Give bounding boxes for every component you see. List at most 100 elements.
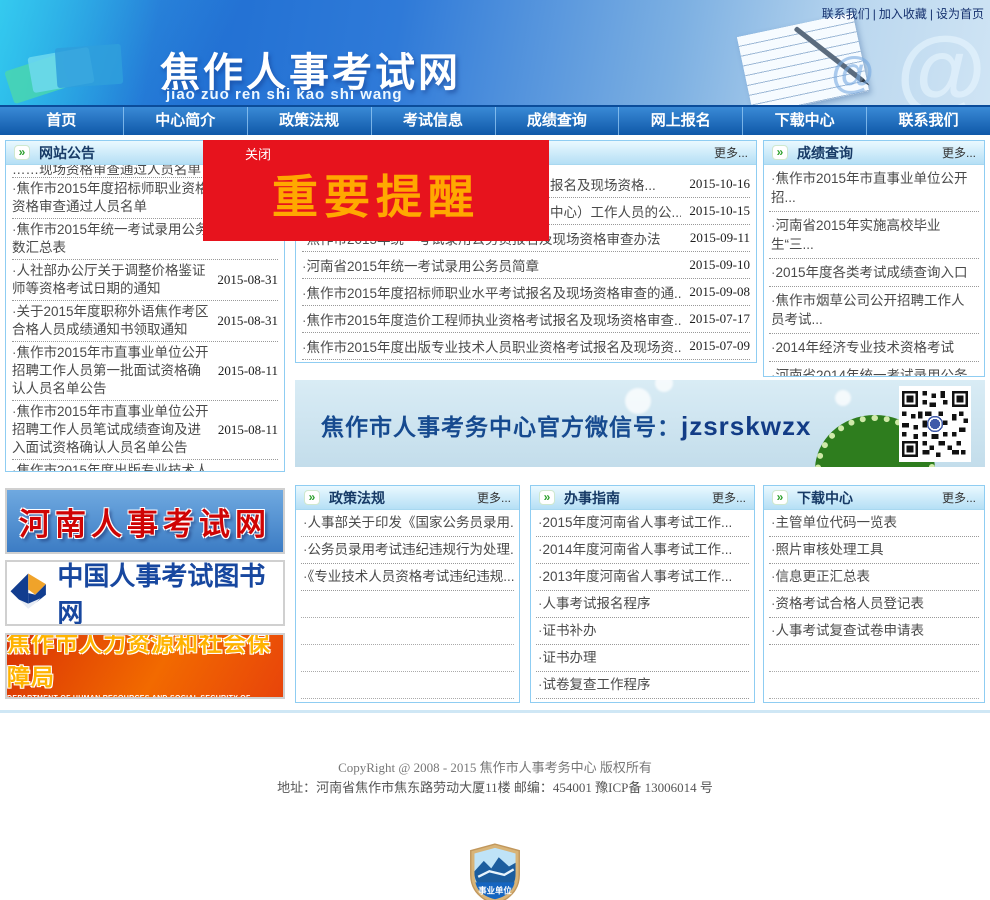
list-item[interactable]: 人事考试复查试卷申请表 xyxy=(769,618,979,645)
list-item[interactable]: 信息更正汇总表 xyxy=(769,564,979,591)
guide-list: 2015年度河南省人事考试工作... 2014年度河南省人事考试工作... 20… xyxy=(531,510,754,699)
list-item[interactable]: 河南省2014年统一考试录用公务员... xyxy=(769,362,979,376)
list-item[interactable]: 河南省2015年实施高校毕业生“三... xyxy=(769,212,979,259)
site-title-pinyin: jiao zuo ren shi kao shi wang xyxy=(166,86,403,103)
panel-policy: 政策法规 更多... 人事部关于印发《国家公务员录用... 公务员录用考试违纪违… xyxy=(295,485,520,703)
nav-item-home[interactable]: 首页 xyxy=(0,107,124,135)
list-item-text[interactable]: 焦作市2015年度出版专业技术人员职业资格考试现场资格审查通过人 xyxy=(12,462,213,471)
list-item[interactable]: 2015年度河南省人事考试工作... xyxy=(536,510,749,537)
banner-china-exam-books[interactable]: 中国人事考试图书网 xyxy=(5,560,285,626)
page: @ @ 联系我们 | 加入收藏 | 设为首页 焦作人事考试网 jiao zuo ren … xyxy=(0,0,990,900)
popup-title: 重要提醒 xyxy=(272,171,480,223)
list-item[interactable]: 关于2015年度职称外语焦作考区合格人员成绩通知书领取通知 2015-08-31 xyxy=(12,301,278,342)
item-date: 2015-07-17 xyxy=(689,311,750,326)
list-item[interactable]: 证书办理 xyxy=(536,645,749,672)
list-item[interactable]: 人事考试报名程序 xyxy=(536,591,749,618)
list-item-text[interactable]: 关于2015年度职称外语焦作考区合格人员成绩通知书领取通知 xyxy=(12,303,213,339)
list-empty-row xyxy=(301,618,514,645)
list-item[interactable]: 2014年度河南省人事考试工作... xyxy=(536,537,749,564)
wechat-banner-text: 焦作市人事考务中心官方微信号：jzsrskwzx xyxy=(321,408,811,442)
panel-header: 成绩查询 更多... xyxy=(764,141,984,165)
panel-guide: 办事指南 更多... 2015年度河南省人事考试工作... 2014年度河南省人… xyxy=(530,485,755,703)
list-item[interactable]: 2015年度各类考试成绩查询入口 xyxy=(769,259,979,287)
item-date: 2015-08-11 xyxy=(217,422,278,437)
more-link[interactable]: 更多... xyxy=(942,489,976,506)
wechat-qr-code xyxy=(899,386,971,462)
wechat-id: jzsrskwzx xyxy=(681,411,812,441)
list-item-text[interactable]: 焦作市2015年度造价工程师执业资格考试报名及现场资格审查... xyxy=(302,309,682,329)
policy-list: 人事部关于印发《国家公务员录用... 公务员录用考试违纪违规行为处理... 《专… xyxy=(296,510,519,699)
panel-title: 办事指南 xyxy=(564,489,620,506)
list-item-text[interactable]: 焦作市2015年市直事业单位公开招聘工作人员笔试成绩查询及进入面试资格确认人员名… xyxy=(12,403,214,457)
nav-item-contact[interactable]: 联系我们 xyxy=(867,107,990,135)
nav-item-policy[interactable]: 政策法规 xyxy=(248,107,372,135)
public-institution-badge[interactable]: 事业单位 xyxy=(467,843,523,900)
add-favorite-link[interactable]: 加入收藏 xyxy=(879,7,927,21)
footer-divider xyxy=(0,710,990,713)
contact-us-link[interactable]: 联系我们 xyxy=(822,7,870,21)
list-item-text[interactable]: 焦作市2015年度招标师职业水平考试报名及现场资格审查的通... xyxy=(302,282,682,302)
list-item[interactable]: 人事部关于印发《国家公务员录用... xyxy=(301,510,514,537)
list-item[interactable]: 人社部办公厅关于调整价格鉴证师等资格考试日期的通知 2015-08-31 xyxy=(12,260,278,301)
more-link[interactable]: 更多... xyxy=(477,489,511,506)
decor-blob xyxy=(835,390,851,406)
footer-address: 地址：河南省焦作市焦东路劳动大厦11楼 邮编：454001 豫ICP备 1300… xyxy=(277,780,713,795)
nav-item-center-intro[interactable]: 中心简介 xyxy=(124,107,248,135)
more-link[interactable]: 更多... xyxy=(712,489,746,506)
score-query-list: 焦作市2015年市直事业单位公开招... 河南省2015年实施高校毕业生“三..… xyxy=(764,165,984,376)
nav-item-exam-info[interactable]: 考试信息 xyxy=(372,107,496,135)
double-arrow-icon xyxy=(772,145,788,160)
book-diamond-logo-icon xyxy=(10,573,46,611)
nav-item-score-query[interactable]: 成绩查询 xyxy=(496,107,620,135)
download-list: 主管单位代码一览表 照片审核处理工具 信息更正汇总表 资格考试合格人员登记表 人… xyxy=(764,510,984,699)
double-arrow-icon xyxy=(304,490,320,505)
set-homepage-link[interactable]: 设为首页 xyxy=(936,7,984,21)
list-item[interactable]: 《专业技术人员资格考试违纪违规... xyxy=(301,564,514,591)
panel-download: 下载中心 更多... 主管单位代码一览表 照片审核处理工具 信息更正汇总表 资格… xyxy=(763,485,985,703)
list-item[interactable]: 2013年度河南省人事考试工作... xyxy=(536,564,749,591)
list-item[interactable]: 证书补办 xyxy=(536,618,749,645)
main-nav: 首页 中心简介 政策法规 考试信息 成绩查询 网上报名 下载中心 联系我们 xyxy=(0,105,990,135)
panel-title: 下载中心 xyxy=(797,489,853,506)
panel-header: 政策法规 更多... xyxy=(296,486,519,510)
banner-subtext: DEPARTMENT OF HUMAN RESOURCES AND SOCIAL… xyxy=(7,694,251,699)
item-date: 2015-08-31 xyxy=(217,272,278,287)
list-item[interactable]: 主管单位代码一览表 xyxy=(769,510,979,537)
list-item-text[interactable]: 焦作市2015年度出版专业技术人员职业资格考试报名及现场资... xyxy=(302,336,682,356)
list-item[interactable]: 资格考试合格人员登记表 xyxy=(769,591,979,618)
books-icon xyxy=(54,43,124,89)
separator: | xyxy=(929,7,933,21)
panel-title: 政策法规 xyxy=(329,489,385,506)
list-item[interactable]: 焦作市烟草公司公开招聘工作人员考试... xyxy=(769,287,979,334)
list-item[interactable]: 焦作市2015年市直事业单位公开招聘工作人员第一批面试资格确认人员名单公告 20… xyxy=(12,342,278,401)
list-item[interactable]: 焦作市2015年度造价工程师执业资格考试报名及现场资格审查... 2015-07… xyxy=(302,306,750,333)
list-item[interactable]: 公务员录用考试违纪违规行为处理... xyxy=(301,537,514,564)
banner-henan-personnel-exam[interactable]: 河南人事考试网 xyxy=(5,488,285,554)
list-item-text[interactable]: 人社部办公厅关于调整价格鉴证师等资格考试日期的通知 xyxy=(12,262,213,298)
list-item-text[interactable]: 河南省2015年统一考试录用公务员简章 xyxy=(302,255,681,275)
badge-label: 事业单位 xyxy=(478,886,512,896)
list-item[interactable]: 焦作市2015年市直事业单位公开招聘工作人员笔试成绩查询及进入面试资格确认人员名… xyxy=(12,401,278,460)
list-empty-row xyxy=(301,645,514,672)
nav-item-online-register[interactable]: 网上报名 xyxy=(619,107,744,135)
panel-title: 网站公告 xyxy=(39,144,95,161)
panel-title: 成绩查询 xyxy=(797,144,853,161)
more-link[interactable]: 更多... xyxy=(942,144,976,161)
list-item[interactable]: 河南省2015年统一考试录用公务员简章 2015-09-10 xyxy=(302,252,750,279)
list-item[interactable]: 焦作市2015年度招标师职业水平考试报名及现场资格审查的通... 2015-09… xyxy=(302,279,750,306)
more-link[interactable]: 更多... xyxy=(714,144,748,161)
list-item[interactable]: 焦作市2015年度出版专业技术人员职业资格考试报名及现场资... 2015-07… xyxy=(302,333,750,360)
wechat-banner[interactable]: 焦作市人事考务中心官方微信号：jzsrskwzx xyxy=(295,380,985,467)
wechat-label: 焦作市人事考务中心官方微信号： xyxy=(321,415,681,440)
list-item-text[interactable]: 焦作市2015年市直事业单位公开招聘工作人员第一批面试资格确认人员名单公告 xyxy=(12,344,214,398)
nav-item-download[interactable]: 下载中心 xyxy=(743,107,868,135)
list-item[interactable]: 2014年经济专业技术资格考试 xyxy=(769,334,979,362)
list-item[interactable]: 焦作市2015年度出版专业技术人员职业资格考试现场资格审查通过人 2015-07… xyxy=(12,460,278,471)
double-arrow-icon xyxy=(539,490,555,505)
important-reminder-popup: 关闭 重要提醒 xyxy=(203,140,549,241)
list-item[interactable]: 试卷复查工作程序 xyxy=(536,672,749,699)
list-item[interactable]: 照片审核处理工具 xyxy=(769,537,979,564)
banner-jiaozuo-hrss[interactable]: 焦作市人力资源和社会保障局 DEPARTMENT OF HUMAN RESOUR… xyxy=(5,633,285,699)
list-item[interactable]: 焦作市2015年市直事业单位公开招... xyxy=(769,165,979,212)
item-date: 2015-10-16 xyxy=(689,176,750,191)
